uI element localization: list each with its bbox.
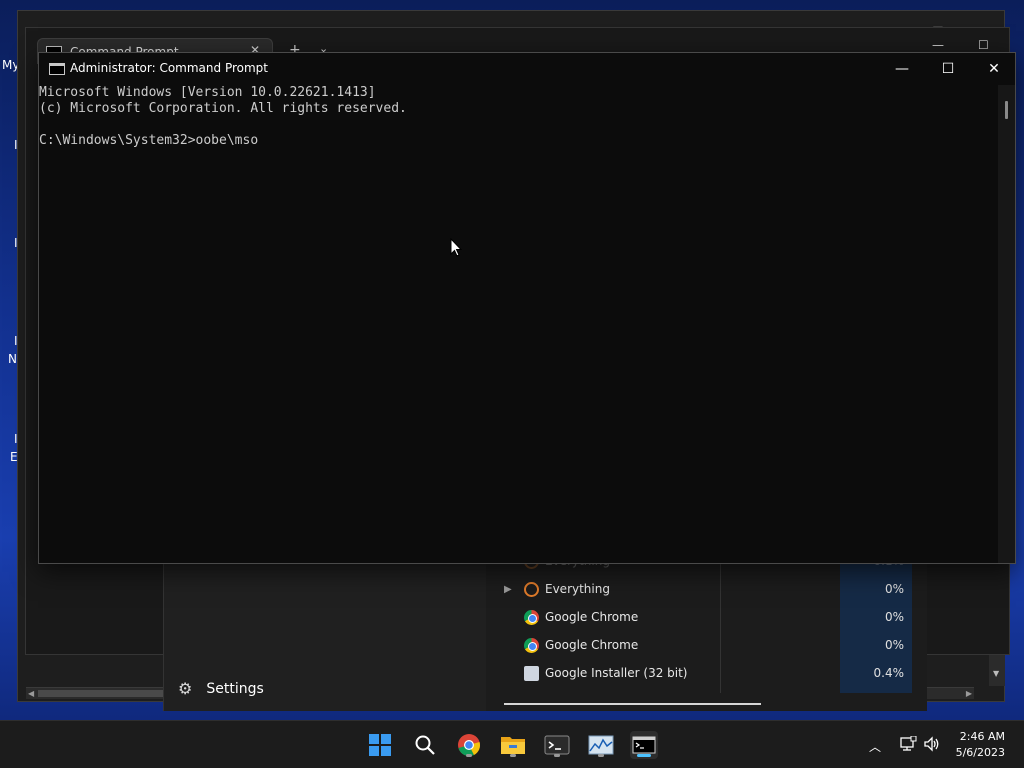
- windows-start-icon: [369, 734, 391, 756]
- start-button[interactable]: [366, 731, 394, 759]
- sidebar-item-settings[interactable]: ⚙ Settings: [178, 679, 264, 698]
- clock-time: 2:46 AM: [959, 730, 1005, 743]
- process-name: Google Chrome: [545, 610, 639, 624]
- network-icon[interactable]: [899, 736, 917, 752]
- process-name: Google Chrome: [545, 638, 639, 652]
- background-minimize-icon: —: [932, 38, 944, 52]
- installer-icon: [524, 665, 539, 681]
- table-row[interactable]: Google Chrome 0%: [490, 603, 910, 631]
- chevron-right-icon[interactable]: ▶: [504, 584, 512, 595]
- scroll-down-icon[interactable]: ▼: [993, 669, 999, 678]
- running-indicator: [554, 754, 560, 757]
- command-prompt-icon: [49, 63, 65, 75]
- process-list: Everything 0.1% ▶ Everything 0% Google C…: [490, 547, 920, 711]
- task-manager-sidebar: ⚙ Settings: [164, 553, 486, 711]
- taskbar: ︿ 2:46 AM 5/6/2023: [0, 720, 1024, 768]
- volume-icon[interactable]: [923, 736, 941, 752]
- process-cpu: 0%: [840, 575, 908, 603]
- process-cpu: 0%: [840, 631, 908, 659]
- command-prompt-icon: [632, 736, 656, 754]
- everything-icon: [524, 581, 539, 597]
- task-manager-window: ⚙ Settings Everything 0.1% ▶ Everything …: [163, 547, 927, 711]
- background-maximize-icon: ☐: [978, 38, 989, 52]
- clock[interactable]: 2:46 AM 5/6/2023: [956, 729, 1005, 761]
- command-prompt-window: Administrator: Command Prompt — ☐ ✕ Micr…: [38, 52, 1016, 564]
- running-indicator: [510, 754, 516, 757]
- taskbar-file-explorer[interactable]: [499, 731, 527, 759]
- title-bar[interactable]: Administrator: Command Prompt — ☐ ✕: [39, 53, 1015, 85]
- terminal-output[interactable]: Microsoft Windows [Version 10.0.22621.14…: [39, 85, 998, 563]
- process-cpu: 0.4%: [840, 659, 908, 687]
- running-indicator: [598, 754, 604, 757]
- horizontal-scrollbar-thumb[interactable]: [504, 703, 761, 705]
- mouse-cursor-icon: [450, 238, 462, 257]
- terminal-icon: [544, 735, 570, 755]
- scroll-left-icon[interactable]: ◀: [28, 689, 34, 698]
- clock-date: 5/6/2023: [955, 746, 1005, 759]
- close-button[interactable]: ✕: [971, 53, 1017, 85]
- chevron-up-icon[interactable]: ︿: [869, 738, 881, 755]
- taskbar-resource-monitor[interactable]: [587, 731, 615, 759]
- vertical-scrollbar[interactable]: [998, 85, 1015, 563]
- search-button[interactable]: [411, 731, 439, 759]
- process-name: Everything: [545, 582, 610, 596]
- table-row[interactable]: ▶ Everything 0%: [490, 575, 910, 603]
- process-name: Google Installer (32 bit): [545, 666, 688, 680]
- file-explorer-icon: [501, 737, 525, 754]
- minimize-button[interactable]: —: [879, 53, 925, 85]
- process-cpu: 0%: [840, 603, 908, 631]
- gear-icon: ⚙: [178, 679, 193, 698]
- window-title: Administrator: Command Prompt: [70, 61, 268, 75]
- resource-monitor-icon: [588, 735, 614, 755]
- vertical-scrollbar[interactable]: ▼: [989, 655, 1005, 686]
- running-indicator: [637, 754, 651, 757]
- maximize-button[interactable]: ☐: [925, 53, 971, 85]
- taskbar-terminal[interactable]: [543, 731, 571, 759]
- running-indicator: [466, 754, 472, 757]
- taskbar-chrome[interactable]: [455, 731, 483, 759]
- scrollbar-thumb[interactable]: [1005, 101, 1008, 119]
- table-row[interactable]: Google Chrome 0%: [490, 631, 910, 659]
- taskbar-command-prompt[interactable]: [630, 731, 658, 759]
- sidebar-item-label: Settings: [206, 680, 264, 697]
- table-row[interactable]: Google Installer (32 bit) 0.4%: [490, 659, 910, 687]
- desktop-label-fragment: N: [8, 352, 17, 366]
- chrome-icon: [524, 609, 539, 625]
- search-icon: [415, 735, 435, 755]
- chrome-icon: [524, 637, 539, 653]
- scroll-right-icon[interactable]: ▶: [966, 689, 972, 698]
